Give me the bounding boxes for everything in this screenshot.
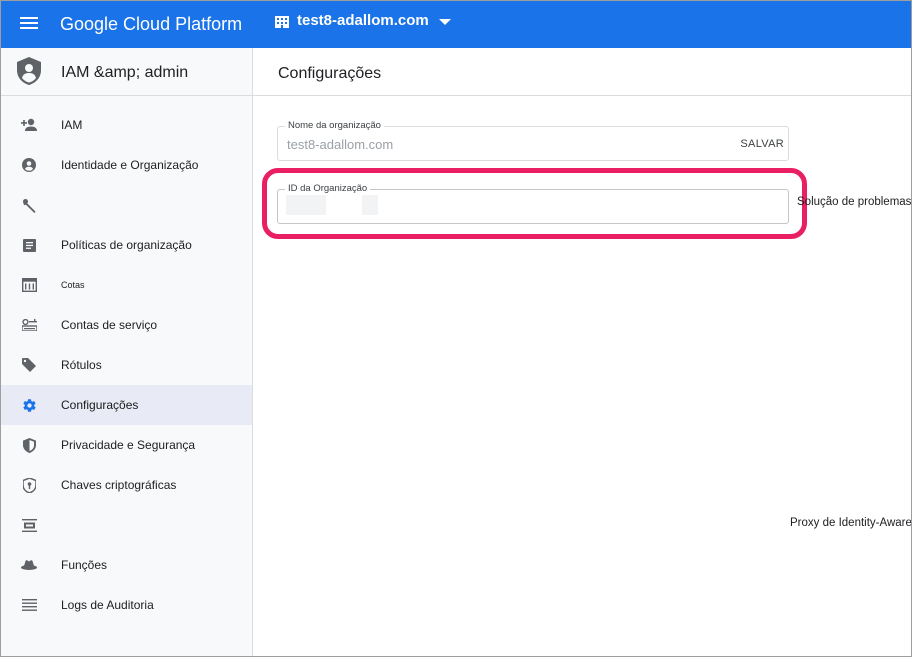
sidebar-item-identity-organization[interactable]: Identidade e Organização [1,145,252,185]
list-document-icon [20,236,38,254]
service-account-icon [20,316,38,334]
sidebar-item-label: Identidade e Organização [61,158,199,172]
sidebar-item-label: Rótulos [61,358,102,372]
chevron-down-icon [438,18,451,25]
iam-shield-icon [17,57,41,85]
sidebar-item-tools[interactable] [1,185,252,225]
sidebar-item-label: Privacidade e Segurança [61,438,196,452]
sidebar-item-label: Configurações [61,398,139,412]
sidebar-nav: IAM Identidade e Organização Políticas d… [1,105,252,625]
sidebar-item-label: Chaves criptográficas [61,478,177,492]
sidebar-item-label: IAM [61,118,83,132]
sidebar-item-crypto-keys[interactable]: Chaves criptográficas [1,465,252,505]
key-shield-icon [20,476,38,494]
project-name: test8-adallom.com [297,12,429,29]
sidebar-item-settings[interactable]: Configurações [1,385,252,425]
sidebar-item-audit-logs[interactable]: Logs de Auditoria [1,585,252,625]
organization-building-icon [275,15,289,28]
project-selector[interactable]: test8-adallom.com [275,12,451,29]
tag-icon [20,356,38,374]
audit-log-icon [20,596,38,614]
main-content: Configurações Nome da organização test8-… [253,48,911,656]
window-frame: Google Cloud Platform test8-adallom.com … [0,0,912,657]
wrench-icon [20,196,38,214]
org-name-input[interactable]: test8-adallom.com [287,137,393,152]
account-circle-icon [20,156,38,174]
product-title: Google Cloud Platform [60,14,243,34]
top-app-bar: Google Cloud Platform test8-adallom.com [1,1,911,48]
sidebar-item-privacy-security[interactable]: Privacidade e Segurança [1,425,252,465]
sidebar-item-label: Contas de serviço [61,318,158,332]
sidebar-item-label: Cotas [61,280,85,290]
troubleshooting-link[interactable]: Solução de problemas [797,196,911,208]
org-name-field[interactable]: Nome da organização test8-adallom.com SA… [277,120,789,161]
sidebar-item-service-accounts[interactable]: Contas de serviço [1,305,252,345]
sidebar-item-label: Funções [61,558,108,572]
page-title: Configurações [278,65,382,82]
org-name-label: Nome da organização [285,120,384,131]
sidebar-item-label: Políticas de organização [61,238,192,252]
gear-icon [20,396,38,414]
sidebar-item-roles[interactable]: Funções [1,545,252,585]
hamburger-menu-icon[interactable] [17,14,41,34]
roles-hat-icon [20,556,38,574]
quota-grid-icon [20,276,38,294]
sidebar-item-iam[interactable]: IAM [1,105,252,145]
identity-proxy-icon [20,516,38,534]
sidebar-item-labels[interactable]: Rótulos [1,345,252,385]
highlight-box [262,168,807,239]
sidebar-title: IAM &amp; admin [61,64,189,81]
sidebar-item-quotas[interactable]: Cotas [1,265,252,305]
save-button[interactable]: SALVAR [740,138,784,150]
sidebar: IAM &amp; admin IAM Identidade e Organiz… [1,48,253,656]
sidebar-item-label: Logs de Auditoria [61,598,154,612]
person-add-icon [20,116,38,134]
sidebar-item-identity-proxy[interactable] [1,505,252,545]
header-divider [253,95,911,96]
sidebar-header: IAM &amp; admin [1,48,252,96]
identity-aware-proxy-link[interactable]: Proxy de Identity-Aware [790,517,911,529]
shield-icon [20,436,38,454]
sidebar-item-org-policies[interactable]: Políticas de organização [1,225,252,265]
